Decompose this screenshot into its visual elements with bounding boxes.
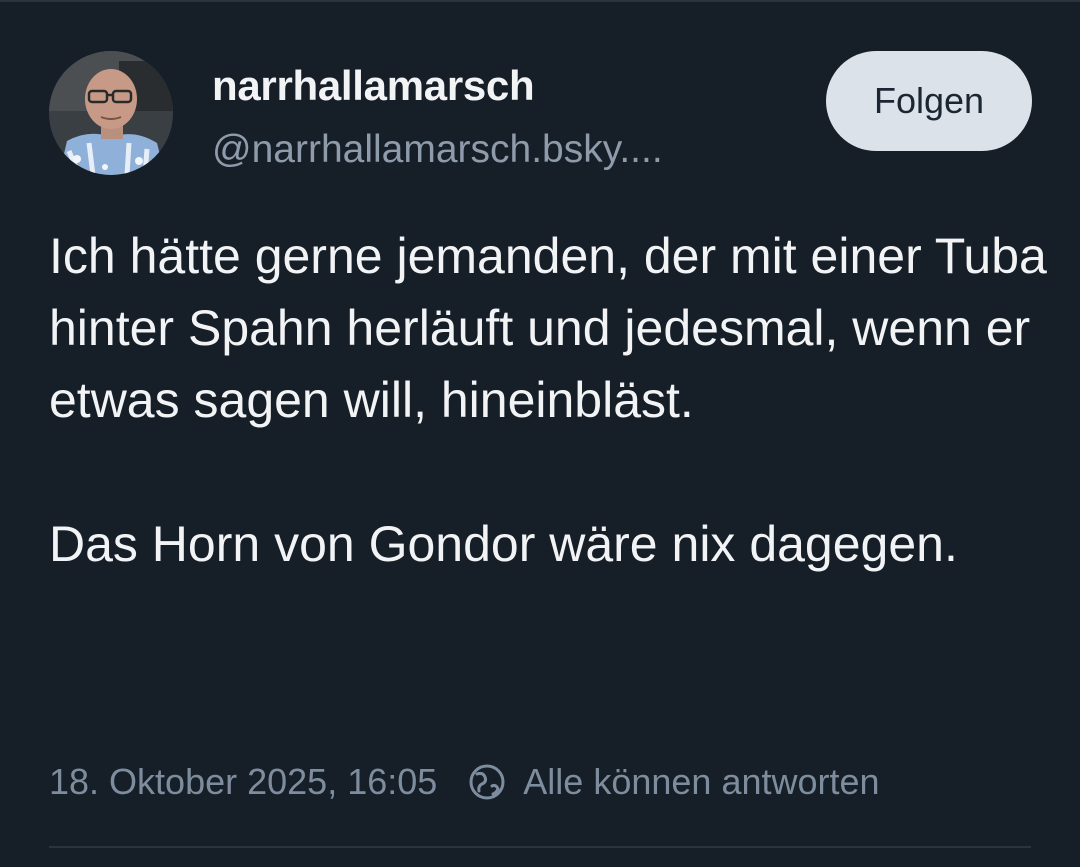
post-meta: 18. Oktober 2025, 16:05 Alle können antw… — [49, 760, 880, 804]
avatar-photo — [49, 51, 173, 175]
author-display-name[interactable]: narrhallamarsch — [212, 62, 535, 110]
follow-button[interactable]: Folgen — [826, 51, 1032, 151]
bottom-divider — [49, 846, 1031, 848]
author-handle[interactable]: @narrhallamarsch.bsky.... — [212, 128, 663, 172]
post-card: narrhallamarsch @narrhallamarsch.bsky...… — [0, 0, 1080, 867]
top-divider — [0, 0, 1080, 2]
reply-setting-label[interactable]: Alle können antworten — [523, 761, 879, 803]
post-body: Ich hätte gerne jemanden, der mit einer … — [49, 220, 1049, 580]
avatar[interactable] — [49, 51, 173, 175]
globe-icon — [467, 762, 507, 802]
post-paragraph: Ich hätte gerne jemanden, der mit einer … — [49, 228, 1047, 428]
post-timestamp[interactable]: 18. Oktober 2025, 16:05 — [49, 761, 437, 803]
post-paragraph: Das Horn von Gondor wäre nix dagegen. — [49, 516, 958, 572]
